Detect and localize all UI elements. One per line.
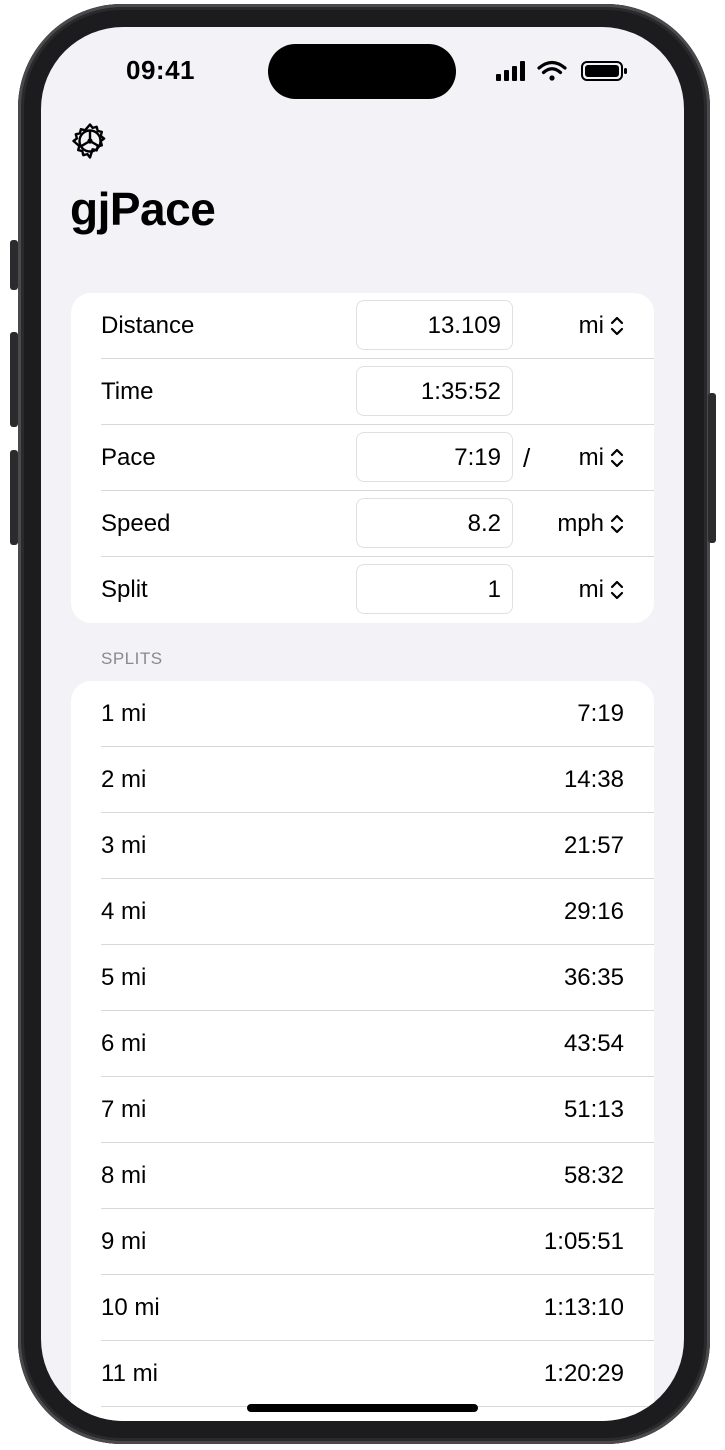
volume-down-button <box>10 450 18 545</box>
list-item: 10 mi 1:13:10 <box>71 1275 654 1341</box>
splits-list: 1 mi 7:19 2 mi 14:38 3 mi 21:57 4 mi 29:… <box>71 681 654 1421</box>
split-time: 1:13:10 <box>543 1294 624 1321</box>
split-distance: 9 mi <box>101 1228 147 1255</box>
speed-row: Speed 8.2 mph <box>71 491 654 557</box>
list-item: 8 mi 58:32 <box>71 1143 654 1209</box>
battery-icon <box>581 61 627 81</box>
split-unit-picker[interactable]: mi <box>579 557 624 623</box>
list-item: 7 mi 51:13 <box>71 1077 654 1143</box>
wifi-icon <box>537 60 567 81</box>
split-unit: mi <box>578 576 604 603</box>
distance-row: Distance 13.109 mi <box>71 293 654 359</box>
status-time: 09:41 <box>126 55 195 85</box>
split-time: 1:05:51 <box>543 1228 624 1255</box>
split-time: 43:54 <box>563 1030 624 1057</box>
split-distance: 7 mi <box>101 1096 147 1123</box>
speed-unit: mph <box>557 510 604 537</box>
distance-unit-picker[interactable]: mi <box>579 293 624 359</box>
split-distance: 6 mi <box>101 1030 147 1057</box>
list-item: 2 mi 14:38 <box>71 747 654 813</box>
split-distance: 1 mi <box>101 700 147 727</box>
pace-unit-picker[interactable]: mi <box>579 425 624 491</box>
chevron-up-down-icon <box>610 580 624 600</box>
status-icons <box>496 59 631 83</box>
time-row: Time 1:35:52 <box>71 359 654 425</box>
list-item: 1 mi 7:19 <box>71 681 654 747</box>
list-item: 6 mi 43:54 <box>71 1011 654 1077</box>
speed-unit-picker[interactable]: mph <box>557 491 624 557</box>
chevron-up-down-icon <box>610 448 624 468</box>
chevron-up-down-icon <box>610 316 624 336</box>
time-label: Time <box>101 378 154 405</box>
split-row: Split 1 mi <box>71 557 654 623</box>
speed-field[interactable]: 8.2 <box>356 498 513 548</box>
split-time: 1:20:29 <box>543 1360 624 1387</box>
pace-label: Pace <box>101 444 156 471</box>
chevron-up-down-icon <box>610 514 624 534</box>
volume-up-button <box>10 332 18 427</box>
split-distance: 11 mi <box>101 1360 158 1387</box>
gear-icon <box>72 123 106 159</box>
app-title: gjPace <box>70 183 216 235</box>
list-item: 11 mi 1:20:29 <box>71 1341 654 1407</box>
list-item: 3 mi 21:57 <box>71 813 654 879</box>
distance-field[interactable]: 13.109 <box>356 300 513 350</box>
split-distance: 5 mi <box>101 964 147 991</box>
settings-button[interactable] <box>71 122 109 160</box>
split-distance: 8 mi <box>101 1162 147 1189</box>
split-time: 7:19 <box>577 700 624 727</box>
split-time: 29:16 <box>563 898 624 925</box>
split-label: Split <box>101 576 148 603</box>
pace-field[interactable]: 7:19 <box>356 432 513 482</box>
split-time: 14:38 <box>563 766 624 793</box>
split-distance: 4 mi <box>101 898 147 925</box>
pace-separator: / <box>523 443 531 473</box>
cellular-signal-icon <box>496 61 525 81</box>
split-field[interactable]: 1 <box>356 564 513 614</box>
distance-label: Distance <box>101 312 195 339</box>
split-time: 21:57 <box>563 832 624 859</box>
split-time: 36:35 <box>563 964 624 991</box>
screen: 09:41 gjPace Distance 13.109 mi Time 1:3… <box>41 27 684 1421</box>
list-item: 9 mi 1:05:51 <box>71 1209 654 1275</box>
split-distance: 2 mi <box>101 766 147 793</box>
speed-label: Speed <box>101 510 171 537</box>
power-button <box>708 393 716 543</box>
split-time: 51:13 <box>563 1096 624 1123</box>
inputs-card: Distance 13.109 mi Time 1:35:52 Pace 7:1… <box>71 293 654 623</box>
split-distance: 10 mi <box>101 1294 160 1321</box>
time-field[interactable]: 1:35:52 <box>356 366 513 416</box>
home-indicator[interactable] <box>247 1404 478 1412</box>
split-distance: 3 mi <box>101 832 147 859</box>
distance-unit: mi <box>578 312 604 339</box>
pace-row: Pace 7:19 / mi <box>71 425 654 491</box>
dynamic-island <box>268 44 456 99</box>
list-item: 5 mi 36:35 <box>71 945 654 1011</box>
action-button <box>10 240 18 290</box>
splits-section-header: SPLITS <box>101 649 163 668</box>
pace-unit: mi <box>578 444 604 471</box>
split-time: 58:32 <box>563 1162 624 1189</box>
list-item: 4 mi 29:16 <box>71 879 654 945</box>
